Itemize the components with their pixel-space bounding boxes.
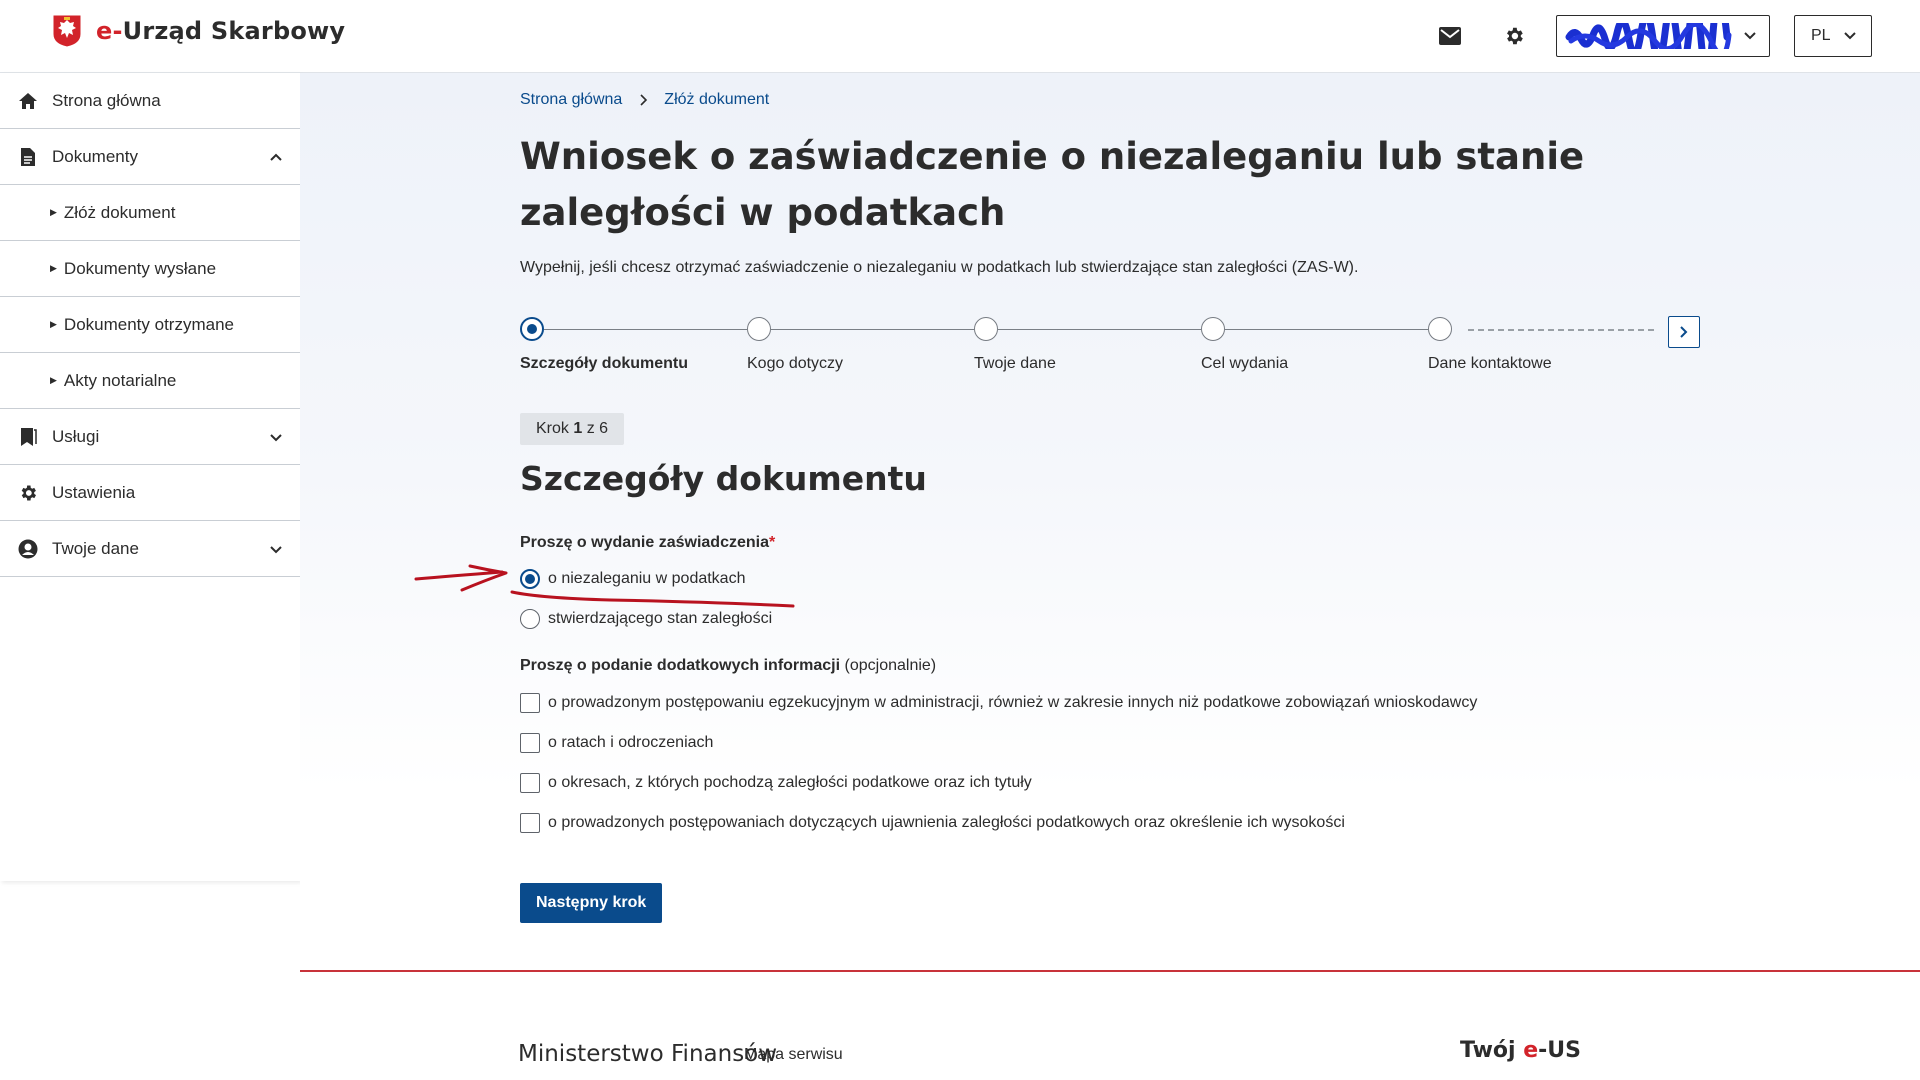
checkbox-option-label: o prowadzonym postępowaniu egzekucyjnym … <box>548 694 1478 711</box>
step-label: Dane kontaktowe <box>1428 355 1552 372</box>
checkbox-option-periods[interactable]: o okresach, z których pochodzą zaległośc… <box>520 773 1032 793</box>
checkbox-group-label: Proszę o podanie dodatkowych informacji … <box>520 657 937 674</box>
sidebar-item-home[interactable]: Strona główna <box>0 73 300 129</box>
sidebar-subitem-notarial-acts[interactable]: ▶ Akty notarialne <box>0 353 300 409</box>
step-node-3[interactable] <box>974 317 998 341</box>
step-node-4[interactable] <box>1201 317 1225 341</box>
radio-button[interactable] <box>520 569 540 589</box>
checkbox[interactable] <box>520 773 540 793</box>
sidebar-nav: Strona główna Dokumenty ▶ Złóż dokument … <box>0 73 300 881</box>
step-counter-badge: Krok 1 z 6 <box>520 413 625 445</box>
stepper-connector <box>544 329 747 330</box>
sidebar-subitem-submit-document[interactable]: ▶ Złóż dokument <box>0 185 300 241</box>
sidebar-item-label: Usługi <box>52 426 100 446</box>
mail-icon <box>1439 27 1461 45</box>
stepper-dashed-connector <box>1468 329 1654 331</box>
sidebar-item-services[interactable]: Usługi <box>0 409 300 465</box>
step-label: Cel wydania <box>1201 355 1289 372</box>
required-mark: * <box>768 534 776 551</box>
step-node-1[interactable] <box>520 317 544 341</box>
progress-stepper: Szczegóły dokumentu Kogo dotyczy Twoje d… <box>520 316 1700 397</box>
radio-option-arrears-status[interactable]: stwierdzającego stan zaległości <box>520 609 772 629</box>
chevron-down-icon <box>270 434 282 442</box>
sidebar-subitem-label: Akty notarialne <box>63 370 177 390</box>
sidebar-subitem-label: Dokumenty wysłane <box>63 258 217 278</box>
sidebar-subitem-received-documents[interactable]: ▶ Dokumenty otrzymane <box>0 297 300 353</box>
step-label: Twoje dane <box>974 355 1056 372</box>
chevron-up-icon <box>270 153 282 161</box>
chevron-right-icon <box>640 94 648 106</box>
sidebar-item-label: Twoje dane <box>52 538 139 558</box>
sidebar-item-documents[interactable]: Dokumenty <box>0 129 300 185</box>
footer-ministry-name: Ministerstwo Finansów <box>518 1041 778 1067</box>
bullet-triangle-icon: ▶ <box>50 375 57 385</box>
checkbox[interactable] <box>520 693 540 713</box>
checkbox[interactable] <box>520 813 540 833</box>
checkbox-option-proceedings[interactable]: o prowadzonych postępowaniach dotyczącyc… <box>520 813 1345 833</box>
page-intro: Wypełnij, jeśli chcesz otrzymać zaświadc… <box>520 259 1359 276</box>
bullet-triangle-icon: ▶ <box>50 207 57 217</box>
stepper-connector <box>998 329 1201 330</box>
checkbox-option-label: o ratach i odroczeniach <box>548 734 714 751</box>
sidebar-item-label: Dokumenty <box>52 146 138 166</box>
step-node-2[interactable] <box>747 317 771 341</box>
footer-brand: Twój e-US <box>1460 1038 1581 1063</box>
language-select[interactable]: PL <box>1794 15 1872 57</box>
sidebar-item-label: Ustawienia <box>52 482 136 502</box>
step-node-5[interactable] <box>1428 317 1452 341</box>
mail-button[interactable] <box>1428 14 1472 58</box>
next-step-button[interactable]: Następny krok <box>520 883 663 923</box>
sidebar-subitem-sent-documents[interactable]: ▶ Dokumenty wysłane <box>0 241 300 297</box>
radio-group-label: Proszę o wydanie zaświadczenia* <box>520 534 776 551</box>
checkbox-option-installments[interactable]: o ratach i odroczeniach <box>520 733 713 753</box>
gear-icon <box>1507 27 1523 45</box>
chevron-down-icon <box>1844 32 1856 40</box>
sidebar-item-settings[interactable]: Ustawienia <box>0 465 300 521</box>
radio-option-no-arrears[interactable]: o niezaleganiu w podatkach <box>520 569 745 589</box>
checkbox-option-label: o okresach, z których pochodzą zaległośc… <box>548 774 1032 791</box>
settings-button[interactable] <box>1492 14 1536 58</box>
optional-mark: (opcjonalnie) <box>844 657 937 674</box>
breadcrumb-home-link[interactable]: Strona główna <box>520 91 622 109</box>
redacted-username-scribble <box>1565 23 1732 49</box>
sidebar-item-your-data[interactable]: Twoje dane <box>0 521 300 577</box>
checkbox[interactable] <box>520 733 540 753</box>
radio-option-label: stwierdzającego stan zaległości <box>548 610 773 627</box>
radio-button[interactable] <box>520 609 540 629</box>
top-header: e-Urząd Skarbowy PL <box>0 0 1920 73</box>
bookmark-icon <box>18 427 38 447</box>
section-title: Szczegóły dokumentu <box>520 459 927 498</box>
home-icon <box>18 91 38 111</box>
checkbox-option-label: o prowadzonych postępowaniach dotyczącyc… <box>548 814 1345 831</box>
checkbox-option-enforcement[interactable]: o prowadzonym postępowaniu egzekucyjnym … <box>520 693 1477 713</box>
breadcrumb-current-link[interactable]: Złóż dokument <box>664 91 769 109</box>
document-icon <box>18 147 38 167</box>
user-icon <box>18 539 38 559</box>
bullet-triangle-icon: ▶ <box>50 263 57 273</box>
chevron-down-icon <box>270 546 282 554</box>
sidebar-subitem-label: Złóż dokument <box>63 202 176 222</box>
bullet-triangle-icon: ▶ <box>50 319 57 329</box>
chevron-down-icon <box>1744 32 1756 40</box>
page-title: Wniosek o zaświadczenie o niezaleganiu l… <box>520 135 1585 234</box>
radio-option-label: o niezaleganiu w podatkach <box>548 570 746 587</box>
stepper-next-button[interactable] <box>1668 316 1700 348</box>
step-label: Szczegóły dokumentu <box>520 355 689 372</box>
stepper-connector <box>1225 329 1428 330</box>
polish-eagle-emblem-icon <box>52 14 82 48</box>
chevron-right-icon <box>1680 326 1688 338</box>
breadcrumb: Strona główna Złóż dokument <box>520 91 769 109</box>
footer-divider <box>300 970 1920 972</box>
brand-logo[interactable]: e-Urząd Skarbowy <box>52 14 345 48</box>
footer-sitemap-link[interactable]: Mapa serwisu <box>744 1046 843 1064</box>
sidebar-subitem-label: Dokumenty otrzymane <box>63 314 234 334</box>
sidebar-item-label: Strona główna <box>52 90 161 110</box>
app-title: e-Urząd Skarbowy <box>96 17 346 45</box>
user-account-select[interactable] <box>1556 15 1770 57</box>
step-label: Kogo dotyczy <box>747 355 844 372</box>
language-value: PL <box>1811 27 1831 44</box>
stepper-connector <box>771 329 974 330</box>
gear-icon <box>18 483 38 503</box>
